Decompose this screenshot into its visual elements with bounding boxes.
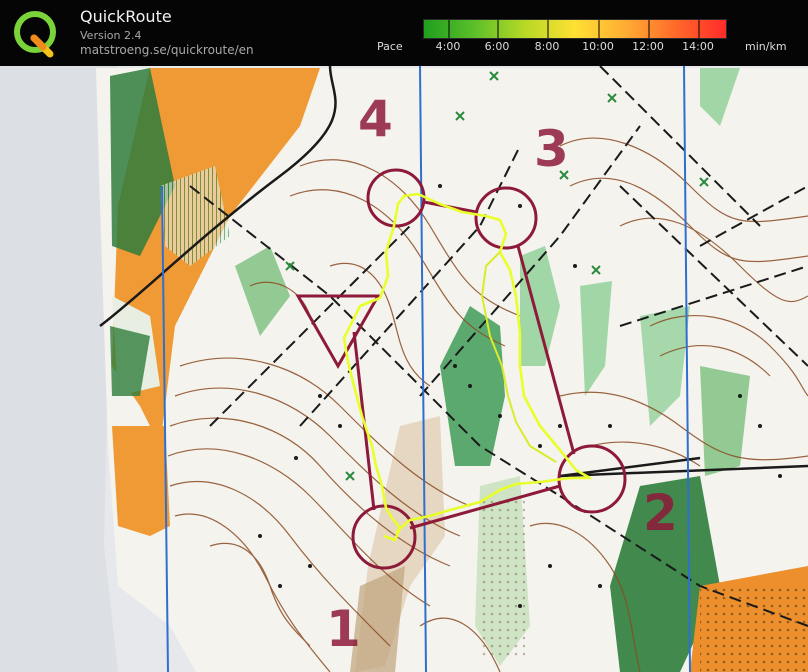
map-canvas: 4 3 2 1 [0, 66, 808, 672]
control-number-1: 1 [326, 600, 361, 658]
open-land-area [112, 426, 170, 536]
pace-tick-label: 12:00 [632, 40, 664, 53]
orienteering-map[interactable]: 4 3 2 1 [0, 66, 808, 672]
pace-tick-label: 10:00 [582, 40, 614, 53]
pace-tick-label: 4:00 [435, 40, 461, 53]
pace-color-scale [423, 19, 727, 39]
rough-dots [480, 496, 525, 656]
pace-tick-labels: 4:00 6:00 8:00 10:00 12:00 14:00 [0, 40, 808, 56]
control-number-2: 2 [643, 484, 678, 542]
rough-open-dots [700, 586, 808, 672]
app-title: QuickRoute [80, 7, 172, 26]
pace-tick-label: 6:00 [484, 40, 510, 53]
control-number-3: 3 [534, 120, 569, 178]
app-header: QuickRoute Version 2.4 matstroeng.se/qui… [0, 0, 808, 66]
control-number-4: 4 [358, 90, 393, 148]
pace-tick-label: 8:00 [534, 40, 560, 53]
pace-unit-label: min/km [745, 40, 787, 53]
pace-tick-label: 14:00 [682, 40, 714, 53]
